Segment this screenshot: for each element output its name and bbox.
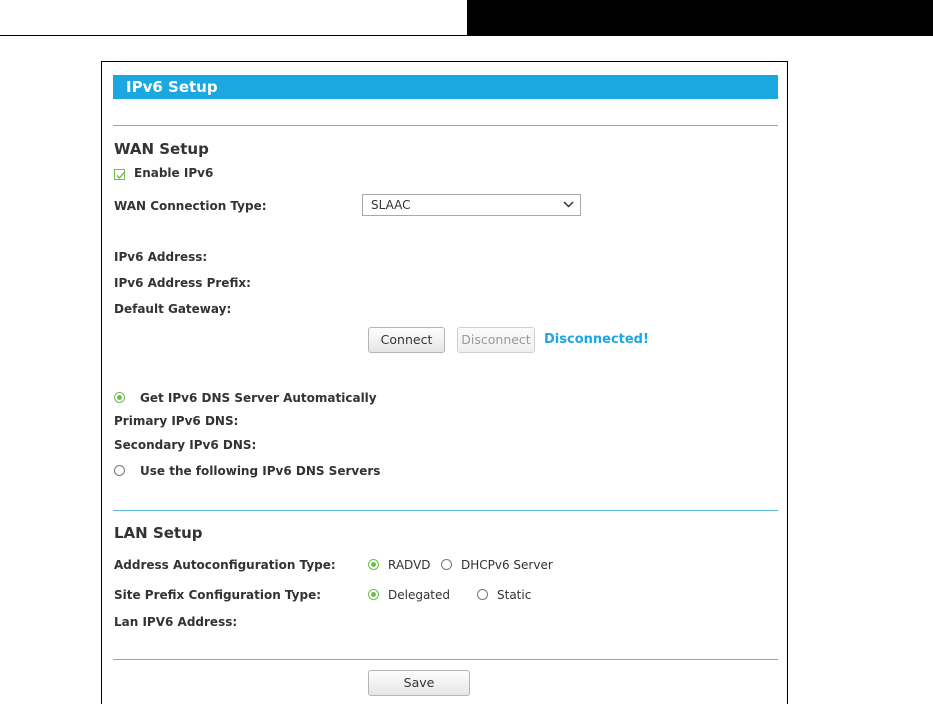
- radvd-radio[interactable]: [368, 559, 379, 570]
- chevron-down-icon: [563, 201, 574, 208]
- wan-section-title: WAN Setup: [114, 140, 209, 158]
- dns-auto-radio[interactable]: [114, 392, 125, 403]
- secondary-dns-label: Secondary IPv6 DNS:: [114, 438, 257, 452]
- lan-section-title: LAN Setup: [114, 524, 203, 542]
- checkmark-icon: [116, 172, 125, 180]
- dns-auto-label: Get IPv6 DNS Server Automatically: [140, 391, 377, 405]
- primary-dns-label: Primary IPv6 DNS:: [114, 414, 239, 428]
- top-black-bar: [467, 0, 933, 36]
- enable-ipv6-checkbox[interactable]: [114, 169, 125, 180]
- connection-status: Disconnected!: [544, 332, 649, 347]
- ipv6-prefix-label: IPv6 Address Prefix:: [114, 276, 251, 290]
- divider: [113, 125, 778, 126]
- static-radio[interactable]: [477, 589, 488, 600]
- connect-button[interactable]: Connect: [368, 327, 445, 353]
- wan-connection-type-value: SLAAC: [371, 198, 411, 212]
- wan-connection-type-label: WAN Connection Type:: [114, 199, 267, 213]
- save-button[interactable]: Save: [368, 670, 470, 696]
- divider: [113, 659, 778, 660]
- ipv6-setup-panel: IPv6 Setup WAN Setup Enable IPv6 WAN Con…: [101, 61, 788, 704]
- static-label: Static: [497, 588, 532, 602]
- delegated-label: Delegated: [388, 588, 451, 602]
- enable-ipv6-label: Enable IPv6: [134, 166, 214, 180]
- radvd-label: RADVD: [388, 558, 431, 572]
- divider: [113, 510, 778, 511]
- dns-manual-label: Use the following IPv6 DNS Servers: [140, 464, 381, 478]
- lan-ipv6-address-label: Lan IPV6 Address:: [114, 615, 238, 629]
- top-rule: [0, 35, 467, 36]
- ipv6-address-label: IPv6 Address:: [114, 250, 208, 264]
- page-title: IPv6 Setup: [113, 75, 778, 99]
- dhcpv6-server-radio[interactable]: [441, 559, 452, 570]
- disconnect-button[interactable]: Disconnect: [457, 327, 535, 353]
- dns-manual-radio[interactable]: [114, 465, 125, 476]
- prefix-config-type-label: Site Prefix Configuration Type:: [114, 588, 322, 602]
- default-gateway-label: Default Gateway:: [114, 302, 232, 316]
- dhcpv6-server-label: DHCPv6 Server: [461, 558, 553, 572]
- delegated-radio[interactable]: [368, 589, 379, 600]
- autoconfig-type-label: Address Autoconfiguration Type:: [114, 558, 336, 572]
- wan-connection-type-select[interactable]: SLAAC: [362, 194, 581, 216]
